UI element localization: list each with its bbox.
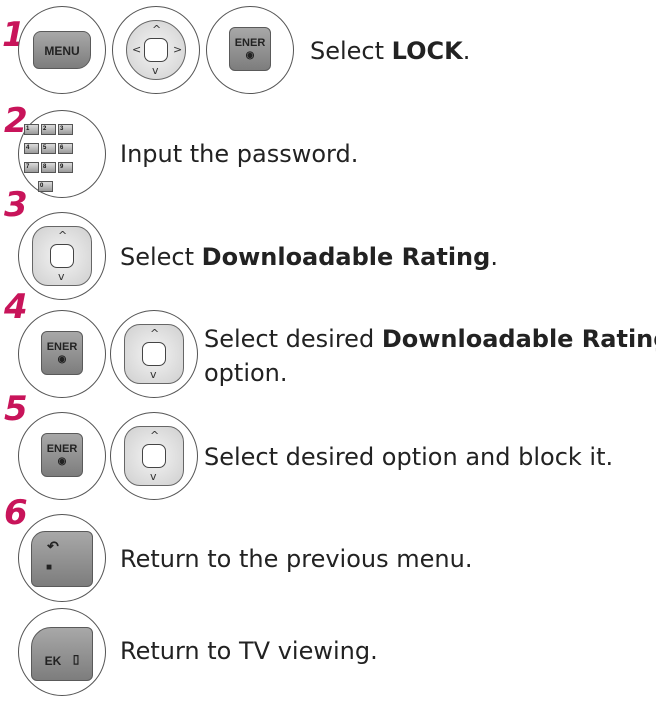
arrow-up-icon: ^	[58, 229, 68, 242]
navigation-pad-icon[interactable]: ^ < > v	[112, 6, 200, 94]
nav-updown: ^ v	[124, 426, 184, 486]
arrow-up-icon: ^	[152, 23, 162, 36]
step-number: 6	[4, 493, 28, 533]
step-6-text: Return to the previous menu.	[120, 545, 473, 573]
arrow-down-icon: v	[152, 64, 159, 77]
key-6: 6	[58, 143, 73, 154]
step-5-text: Select desired option and block it.	[204, 443, 614, 471]
enter-button-body: ENER ◉	[41, 433, 83, 477]
enter-dot-icon: ◉	[57, 354, 67, 365]
step-exit-text: Return to TV viewing.	[120, 637, 378, 665]
step-2-text: Input the password.	[120, 140, 359, 168]
key-3: 3	[58, 124, 73, 135]
arrow-down-icon: v	[58, 270, 65, 283]
arrow-down-icon: v	[150, 470, 157, 483]
navigation-pad-icon[interactable]: ^ v	[110, 310, 198, 398]
key-8: 8	[41, 162, 56, 173]
keypad-grid: 123 456 789 0	[23, 123, 83, 199]
arrow-down-icon: v	[150, 368, 157, 381]
nav-center	[144, 38, 168, 62]
key-5: 5	[41, 143, 56, 154]
menu-label: MENU	[44, 44, 80, 58]
menu-button-icon[interactable]: MENU	[18, 6, 106, 94]
nav-center	[142, 444, 166, 468]
enter-button-body: ENER ◉	[229, 27, 271, 71]
back-square-icon: ■	[45, 562, 53, 573]
number-keypad-icon[interactable]: 123 456 789 0	[18, 110, 106, 198]
enter-label: ENER	[46, 443, 78, 455]
back-button-body: ↶ ■	[31, 531, 93, 587]
arrow-right-icon: >	[173, 43, 183, 56]
arrow-up-icon: ^	[150, 429, 160, 442]
exit-door-icon: ▯	[72, 652, 80, 666]
navigation-pad-icon[interactable]: ^ v	[18, 212, 106, 300]
navigation-pad-icon[interactable]: ^ v	[110, 412, 198, 500]
back-arrow-icon: ↶	[47, 538, 59, 554]
nav-updown: ^ v	[124, 324, 184, 384]
arrow-up-icon: ^	[150, 327, 160, 340]
enter-button-icon[interactable]: ENER ◉	[206, 6, 294, 94]
enter-dot-icon: ◉	[245, 50, 255, 61]
key-2: 2	[41, 124, 56, 135]
nav-center	[50, 244, 74, 268]
step-4-text: Select desired Downloadable Rating optio…	[204, 322, 656, 390]
exit-button-icon[interactable]: EK ▯	[18, 608, 106, 696]
key-7: 7	[24, 162, 39, 173]
menu-button-body: MENU	[33, 31, 91, 69]
step-4-line-1: Select desired Downloadable Rating	[204, 325, 656, 353]
enter-dot-icon: ◉	[57, 456, 67, 467]
nav-center	[142, 342, 166, 366]
nav-ring: ^ < > v	[126, 20, 186, 80]
key-1: 1	[24, 124, 39, 135]
nav-updown: ^ v	[32, 226, 92, 286]
enter-label: ENER	[46, 341, 78, 353]
step-1-text: Select LOCK.	[310, 37, 471, 65]
step-number: 3	[4, 185, 28, 225]
enter-label: ENER	[234, 37, 266, 49]
step-number: 4	[4, 287, 28, 327]
key-9: 9	[58, 162, 73, 173]
step-3-text: Select Downloadable Rating.	[120, 243, 498, 271]
enter-button-icon[interactable]: ENER ◉	[18, 310, 106, 398]
arrow-left-icon: <	[132, 43, 142, 56]
enter-button-icon[interactable]: ENER ◉	[18, 412, 106, 500]
step-number: 5	[4, 389, 28, 429]
exit-button-body: EK ▯	[31, 627, 93, 681]
back-button-icon[interactable]: ↶ ■	[18, 514, 106, 602]
enter-button-body: ENER ◉	[41, 331, 83, 375]
key-0: 0	[38, 181, 53, 192]
step-4-line-2: option.	[204, 359, 288, 387]
key-4: 4	[24, 143, 39, 154]
